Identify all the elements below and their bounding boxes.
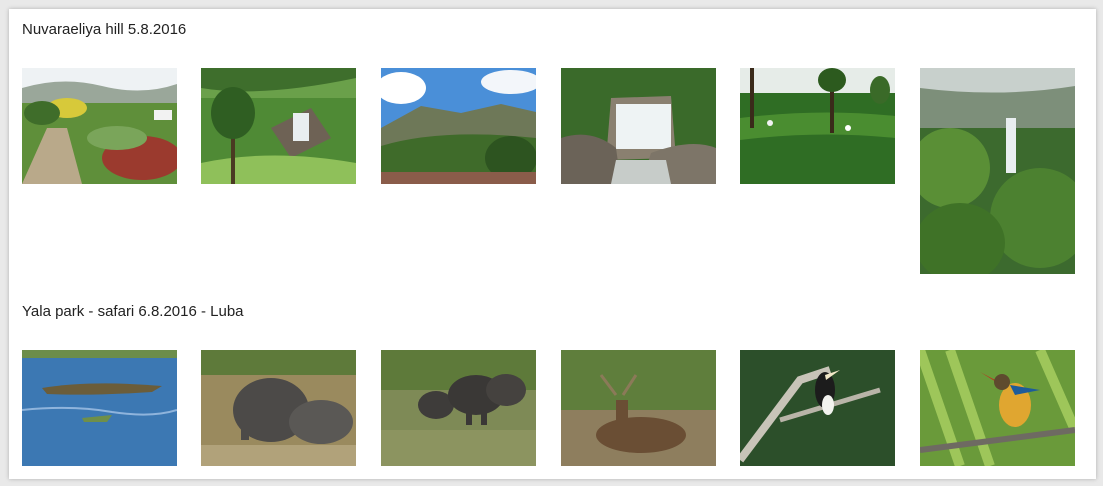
photo-thumbnail-deer-pond[interactable] (561, 350, 716, 466)
photo-thumbnail-mountain-sky[interactable] (381, 68, 536, 184)
album-title: Yala park - safari 6.8.2016 - Luba (22, 303, 244, 320)
photo-thumbnail-elephant-herd[interactable] (381, 350, 536, 466)
photo-thumbnail-waterfall-valley[interactable] (201, 68, 356, 184)
photo-thumbnail-garden-path[interactable] (22, 68, 177, 184)
photo-thumbnail-crocodile-lake[interactable] (22, 350, 177, 466)
photo-thumbnail-tea-plantation[interactable] (740, 68, 895, 184)
photo-thumbnail-hornbill-branch[interactable] (740, 350, 895, 466)
photo-thumbnail-tall-waterfall-forest[interactable] (920, 68, 1075, 274)
photo-thumbnail-elephants-bathing[interactable] (201, 350, 356, 466)
photo-thumbnail-kingfisher-branch[interactable] (920, 350, 1075, 466)
photo-thumbnail-waterfall-rocks[interactable] (561, 68, 716, 184)
album-title: Nuvaraeliya hill 5.8.2016 (22, 21, 187, 38)
gallery-card: Nuvaraeliya hill 5.8.2016 Yala park - sa… (9, 9, 1096, 479)
